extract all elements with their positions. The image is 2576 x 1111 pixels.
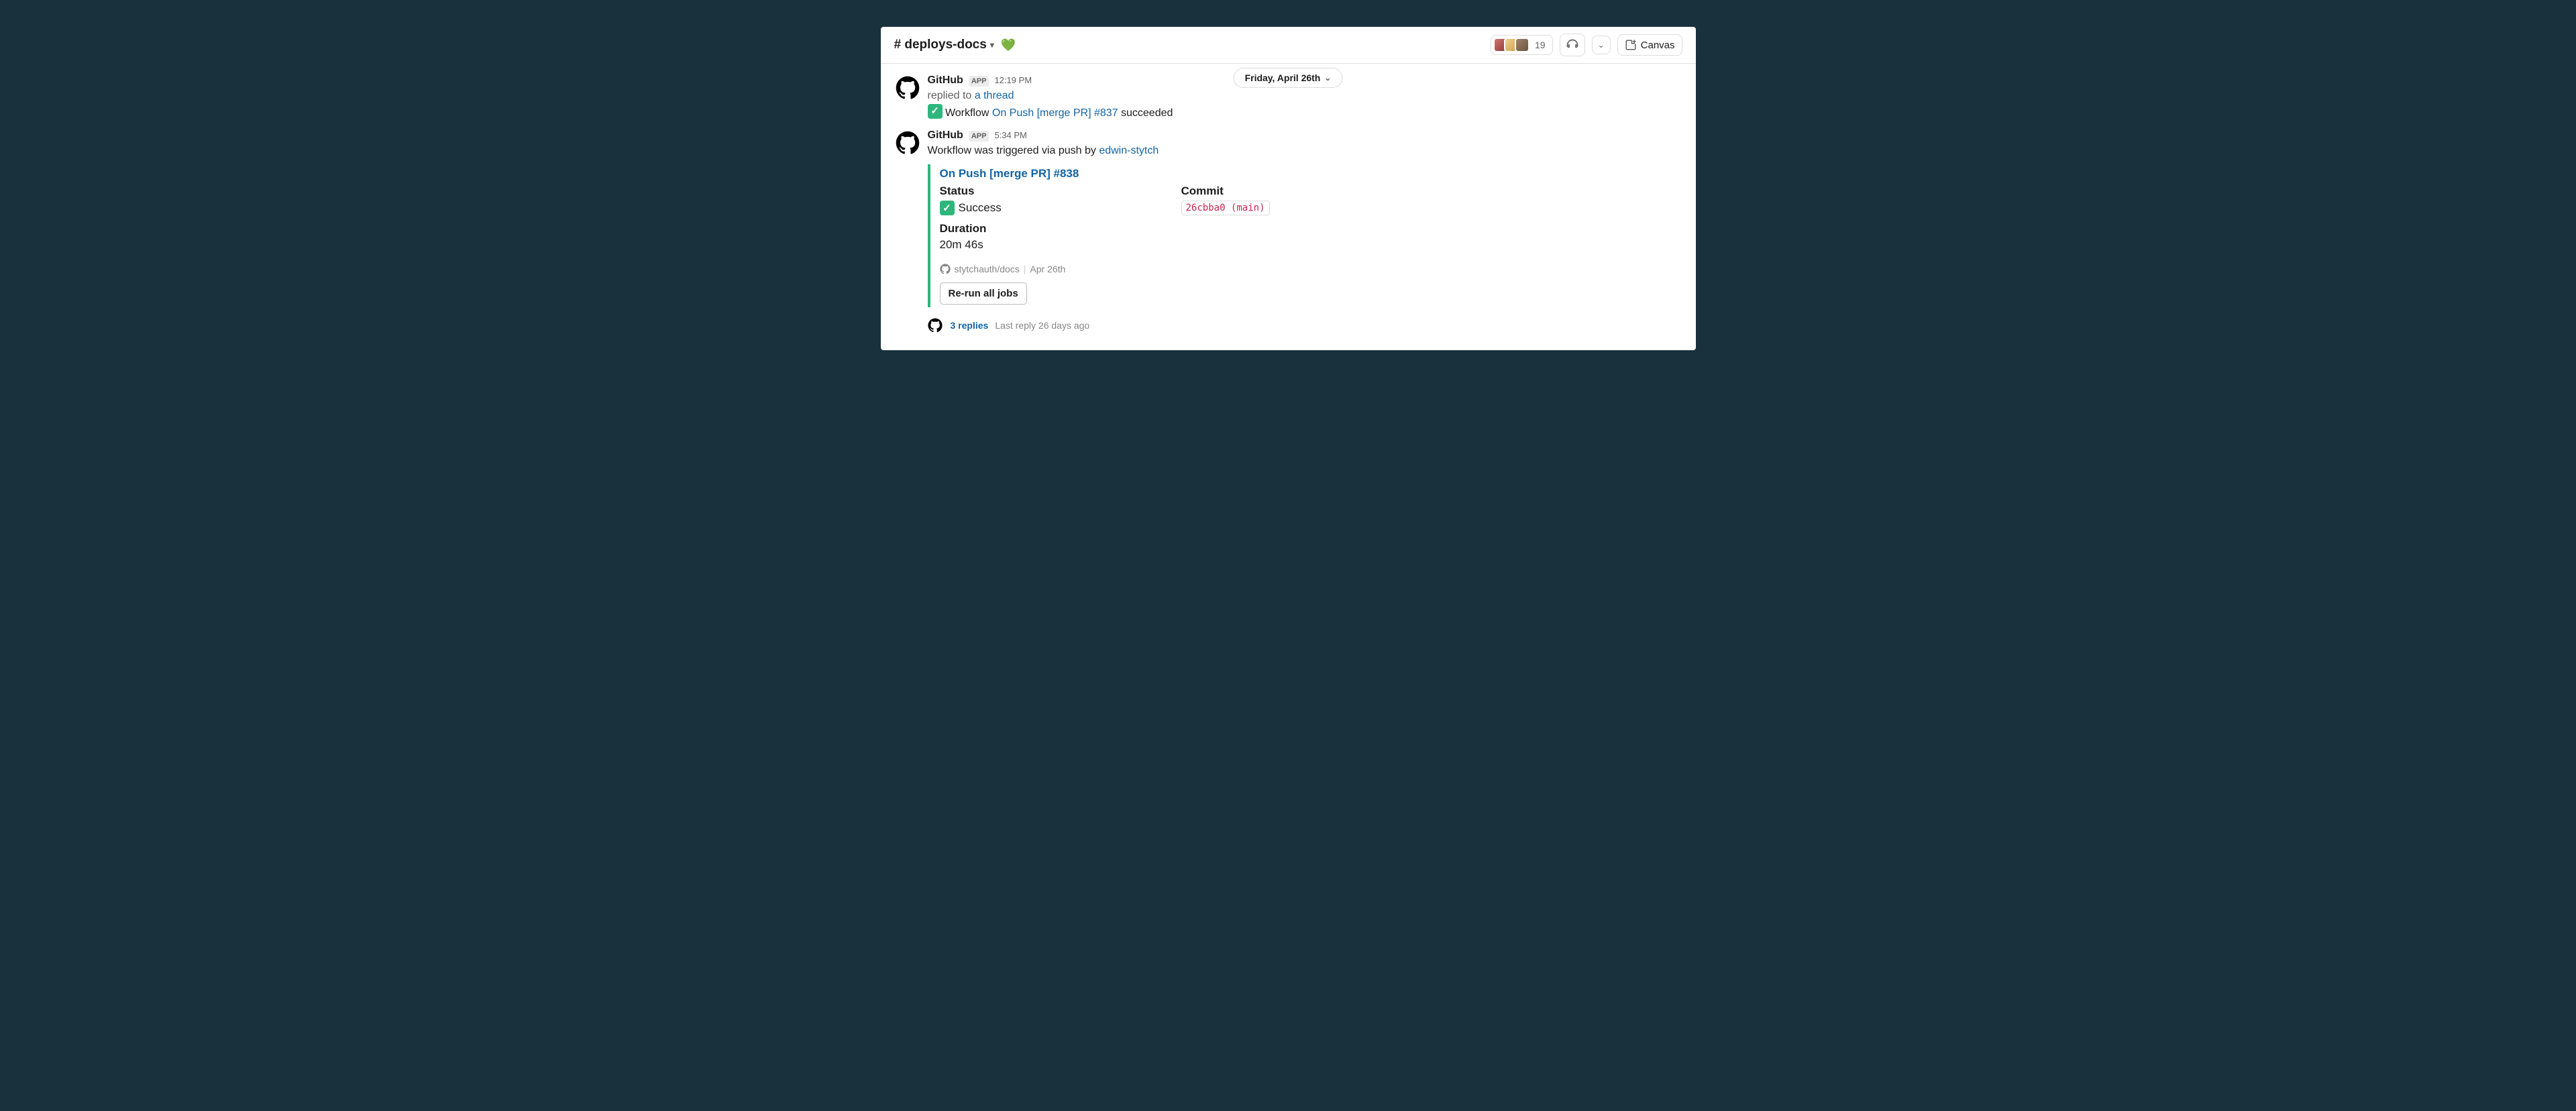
channel-name-text: # deploys-docs	[894, 38, 987, 52]
github-icon	[928, 318, 943, 333]
attachment-date: Apr 26th	[1030, 264, 1065, 274]
check-icon: ✓	[928, 104, 943, 119]
message-text: Workflow was triggered via push by	[928, 145, 1099, 156]
message-list: Friday, April 26th ⌄ GitHub APP 12:19 PM…	[881, 64, 1696, 350]
thread-summary-button[interactable]: 3 replies Last reply 26 days ago	[881, 311, 1696, 337]
rerun-all-jobs-button[interactable]: Re-run all jobs	[940, 282, 1027, 305]
user-link[interactable]: edwin-stytch	[1099, 145, 1159, 156]
date-divider-text: Friday, April 26th	[1245, 72, 1321, 83]
thread-avatar	[926, 317, 944, 334]
github-icon	[896, 131, 920, 155]
github-icon	[940, 264, 951, 274]
status-value: Success	[959, 201, 1002, 215]
date-divider-button[interactable]: Friday, April 26th ⌄	[1234, 68, 1343, 88]
sender-name[interactable]: GitHub	[928, 129, 963, 142]
member-avatars	[1493, 38, 1529, 52]
separator: |	[1024, 264, 1026, 274]
channel-name-button[interactable]: # deploys-docs ▾	[894, 38, 994, 52]
member-list-button[interactable]: 19	[1491, 35, 1553, 55]
status-label: Status	[940, 184, 1141, 198]
sender-name[interactable]: GitHub	[928, 74, 963, 87]
sender-avatar[interactable]	[894, 74, 921, 101]
avatar	[1515, 38, 1529, 52]
last-reply-time: Last reply 26 days ago	[995, 320, 1089, 331]
check-icon: ✓	[940, 201, 955, 215]
message-text: Workflow	[943, 107, 992, 119]
huddle-dropdown-button[interactable]: ⌄	[1592, 36, 1611, 54]
commit-label: Commit	[1181, 184, 1383, 198]
canvas-button[interactable]: Canvas	[1617, 34, 1682, 56]
github-icon	[896, 76, 920, 100]
thread-link[interactable]: a thread	[975, 90, 1014, 101]
canvas-icon	[1625, 39, 1637, 51]
workflow-attachment: On Push [merge PR] #838 Status ✓ Success…	[928, 164, 1682, 307]
message-text: succeeded	[1118, 107, 1173, 119]
message-timestamp[interactable]: 5:34 PM	[994, 130, 1026, 140]
huddle-button[interactable]	[1560, 34, 1585, 56]
slack-channel-window: # deploys-docs ▾ 💚 19 ⌄	[881, 27, 1696, 350]
message: GitHub APP 5:34 PM Workflow was triggere…	[881, 125, 1696, 311]
repo-name[interactable]: stytchauth/docs	[955, 264, 1020, 274]
workflow-link[interactable]: On Push [merge PR] #837	[992, 107, 1118, 119]
app-badge: APP	[969, 131, 989, 142]
headphones-icon	[1566, 38, 1579, 52]
channel-header: # deploys-docs ▾ 💚 19 ⌄	[881, 27, 1696, 64]
heart-icon: 💚	[1001, 38, 1016, 52]
message-timestamp[interactable]: 12:19 PM	[994, 75, 1032, 85]
duration-label: Duration	[940, 222, 1141, 235]
app-badge: APP	[969, 76, 989, 87]
commit-chip[interactable]: 26cbba0 (main)	[1181, 201, 1270, 215]
member-count: 19	[1535, 40, 1546, 50]
chevron-down-icon: ▾	[990, 40, 994, 50]
duration-value: 20m 46s	[940, 238, 1141, 252]
chevron-down-icon: ⌄	[1324, 73, 1331, 83]
replied-prefix: replied to	[928, 90, 975, 101]
chevron-down-icon: ⌄	[1598, 40, 1605, 50]
sender-avatar[interactable]	[894, 129, 921, 156]
canvas-label: Canvas	[1641, 40, 1675, 51]
reply-count: 3 replies	[951, 320, 989, 331]
attachment-title-link[interactable]: On Push [merge PR] #838	[940, 167, 1682, 180]
